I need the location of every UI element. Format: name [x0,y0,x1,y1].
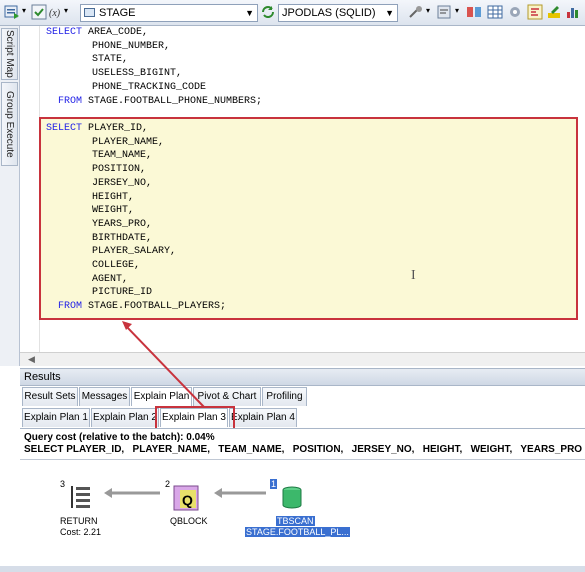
plan-node-label: QBLOCK [170,516,208,526]
svg-text:Q: Q [182,492,193,508]
plan-node-label: RETURN [60,516,98,526]
plan-node-number: 3 [60,479,66,489]
plan-node-table: STAGE.FOOTBALL_PL... [245,527,350,537]
qblock-icon[interactable]: Q [172,484,200,512]
plan-node-label: TBSCAN [276,516,315,526]
arrow-head-icon [122,321,132,330]
flow-arrow-head-icon [214,488,222,498]
plan-node-cost: Cost: 2.21 [60,527,102,537]
flow-arrow-head-icon [104,488,112,498]
plan-node-number: 1 [270,479,278,489]
pointer-arrow [124,324,205,408]
table-scan-icon[interactable] [280,485,304,511]
return-icon[interactable] [68,484,94,510]
status-bar [0,566,585,572]
plan-node-number: 2 [165,479,171,489]
